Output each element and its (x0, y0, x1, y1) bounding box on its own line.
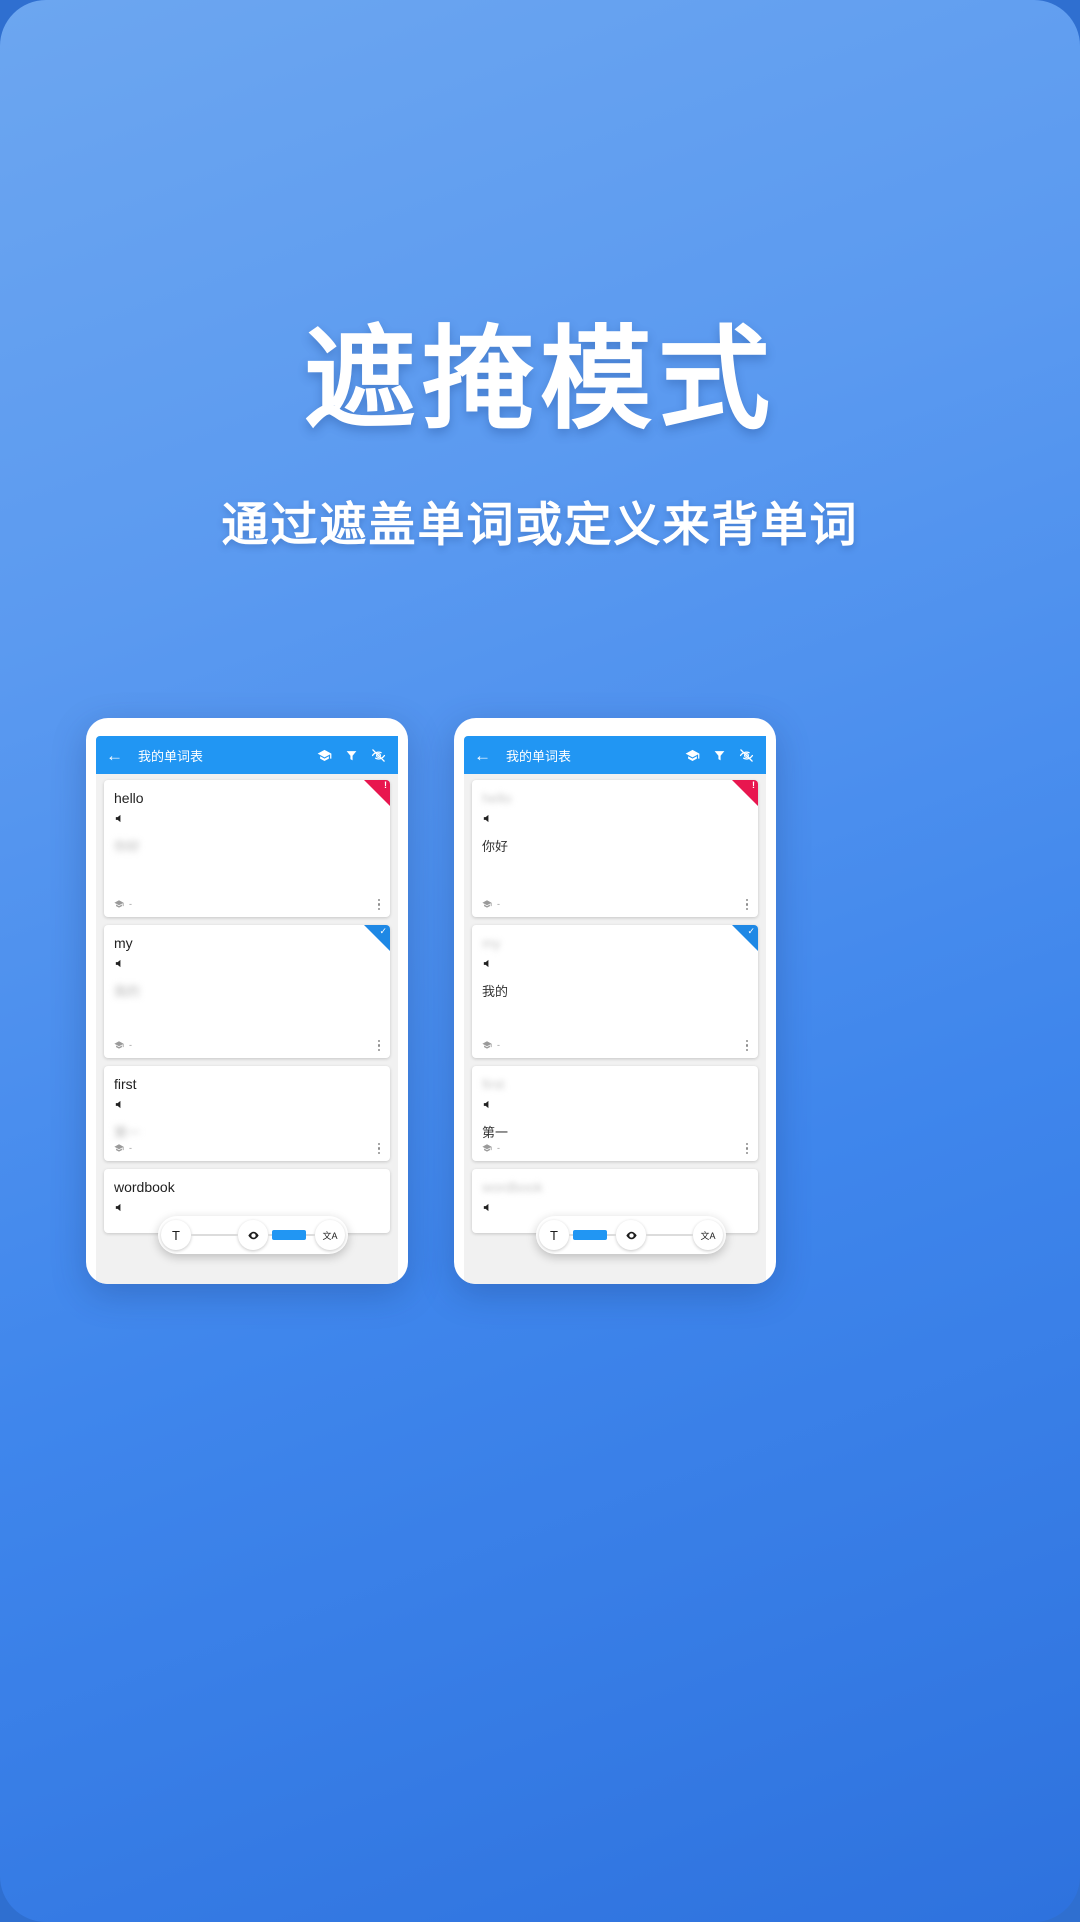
arrow-left-icon[interactable]: ← (106, 747, 128, 764)
mask-mode-slider-right[interactable]: T 文A (536, 1216, 726, 1254)
progress-indicator: - (114, 1040, 132, 1050)
speaker-icon[interactable] (482, 1097, 748, 1115)
slider-track-2[interactable] (268, 1230, 315, 1240)
translate-icon[interactable]: 文A (693, 1220, 723, 1250)
speaker-icon[interactable] (482, 811, 748, 829)
more-options-icon[interactable] (377, 1142, 380, 1154)
word-card-list-right[interactable]: ! hello 你好 - ✓ my 我的 - first 第一 - wordbo… (464, 774, 766, 1233)
table-row[interactable]: first 第一 - (104, 1066, 390, 1161)
slider-track[interactable] (569, 1230, 616, 1240)
eye-icon[interactable] (238, 1220, 268, 1250)
eye-off-icon[interactable] (739, 748, 754, 763)
definition-text: 第一 (114, 1125, 141, 1140)
app-bar-actions (317, 748, 388, 763)
eye-icon[interactable] (616, 1220, 646, 1250)
definition-text: 你好 (482, 839, 509, 854)
phone-mockup-right: ← 我的单词表 ! hello 你好 - ✓ my 我的 - first 第一 … (454, 718, 776, 1284)
text-mode-knob[interactable]: T (161, 1220, 191, 1250)
slider-fill (272, 1230, 306, 1240)
card-footer: - (114, 898, 380, 910)
definition-text: 我的 (114, 984, 141, 999)
definition-text: 我的 (482, 984, 509, 999)
progress-value: - (129, 1040, 132, 1051)
more-options-icon[interactable] (377, 898, 380, 910)
word-text: first (114, 1076, 137, 1092)
progress-indicator: - (114, 1143, 132, 1153)
more-options-icon[interactable] (377, 1039, 380, 1051)
app-bar-left: ← 我的单词表 (96, 736, 398, 774)
word-text: hello (482, 790, 512, 806)
slider-fill (573, 1230, 607, 1240)
app-bar-right: ← 我的单词表 (464, 736, 766, 774)
word-text: my (482, 935, 501, 951)
speaker-icon[interactable] (114, 1097, 380, 1115)
page-subtitle: 通过遮盖单词或定义来背单词 (221, 498, 859, 551)
progress-indicator: - (482, 1040, 500, 1050)
card-footer: - (114, 1039, 380, 1051)
progress-value: - (129, 899, 132, 910)
page-title: 遮掩模式 (304, 317, 776, 442)
word-text: my (114, 935, 133, 951)
translate-icon[interactable]: 文A (315, 1220, 345, 1250)
word-text: wordbook (114, 1179, 175, 1195)
promo-screen: 遮掩模式 通过遮盖单词或定义来背单词 ← 我的单词表 ! hello 你好 - … (0, 0, 1080, 1922)
card-footer: - (482, 1039, 748, 1051)
progress-indicator: - (482, 899, 500, 909)
word-text: hello (114, 790, 144, 806)
mask-mode-slider-left[interactable]: T 文A (158, 1216, 348, 1254)
app-screen-right: ← 我的单词表 ! hello 你好 - ✓ my 我的 - first 第一 … (464, 736, 766, 1284)
progress-indicator: - (114, 899, 132, 909)
more-options-icon[interactable] (745, 1142, 748, 1154)
status-badge: ! (364, 780, 390, 806)
phone-mockup-left: ← 我的单词表 ! hello 你好 - ✓ my 我的 - first 第一 … (86, 718, 408, 1284)
arrow-left-icon[interactable]: ← (474, 747, 496, 764)
more-options-icon[interactable] (745, 898, 748, 910)
status-badge: ✓ (364, 925, 390, 951)
progress-value: - (497, 1040, 500, 1051)
card-footer: - (482, 898, 748, 910)
more-options-icon[interactable] (745, 1039, 748, 1051)
speaker-icon[interactable] (482, 956, 748, 974)
word-text: first (482, 1076, 505, 1092)
app-bar-title: 我的单词表 (506, 748, 572, 764)
filter-icon[interactable] (713, 749, 726, 762)
text-mode-knob[interactable]: T (539, 1220, 569, 1250)
progress-value: - (129, 1143, 132, 1154)
app-bar-actions (685, 748, 756, 763)
eye-off-icon[interactable] (371, 748, 386, 763)
app-bar-title: 我的单词表 (138, 748, 204, 764)
slider-track[interactable] (191, 1234, 238, 1236)
graduation-cap-icon[interactable] (317, 748, 332, 763)
card-footer: - (482, 1142, 748, 1154)
app-screen-left: ← 我的单词表 ! hello 你好 - ✓ my 我的 - first 第一 … (96, 736, 398, 1284)
word-card-list-left[interactable]: ! hello 你好 - ✓ my 我的 - first 第一 - wordbo… (96, 774, 398, 1233)
definition-text: 你好 (114, 839, 141, 854)
definition-text: 第一 (482, 1125, 509, 1140)
table-row[interactable]: ✓ my 我的 - (472, 925, 758, 1058)
table-row[interactable]: ✓ my 我的 - (104, 925, 390, 1058)
filter-icon[interactable] (345, 749, 358, 762)
graduation-cap-icon[interactable] (685, 748, 700, 763)
table-row[interactable]: ! hello 你好 - (104, 780, 390, 917)
table-row[interactable]: first 第一 - (472, 1066, 758, 1161)
progress-indicator: - (482, 1143, 500, 1153)
card-footer: - (114, 1142, 380, 1154)
word-text: wordbook (482, 1179, 543, 1195)
speaker-icon[interactable] (114, 811, 380, 829)
progress-value: - (497, 1143, 500, 1154)
table-row[interactable]: ! hello 你好 - (472, 780, 758, 917)
progress-value: - (497, 899, 500, 910)
speaker-icon[interactable] (114, 956, 380, 974)
slider-track-2[interactable] (646, 1234, 693, 1236)
